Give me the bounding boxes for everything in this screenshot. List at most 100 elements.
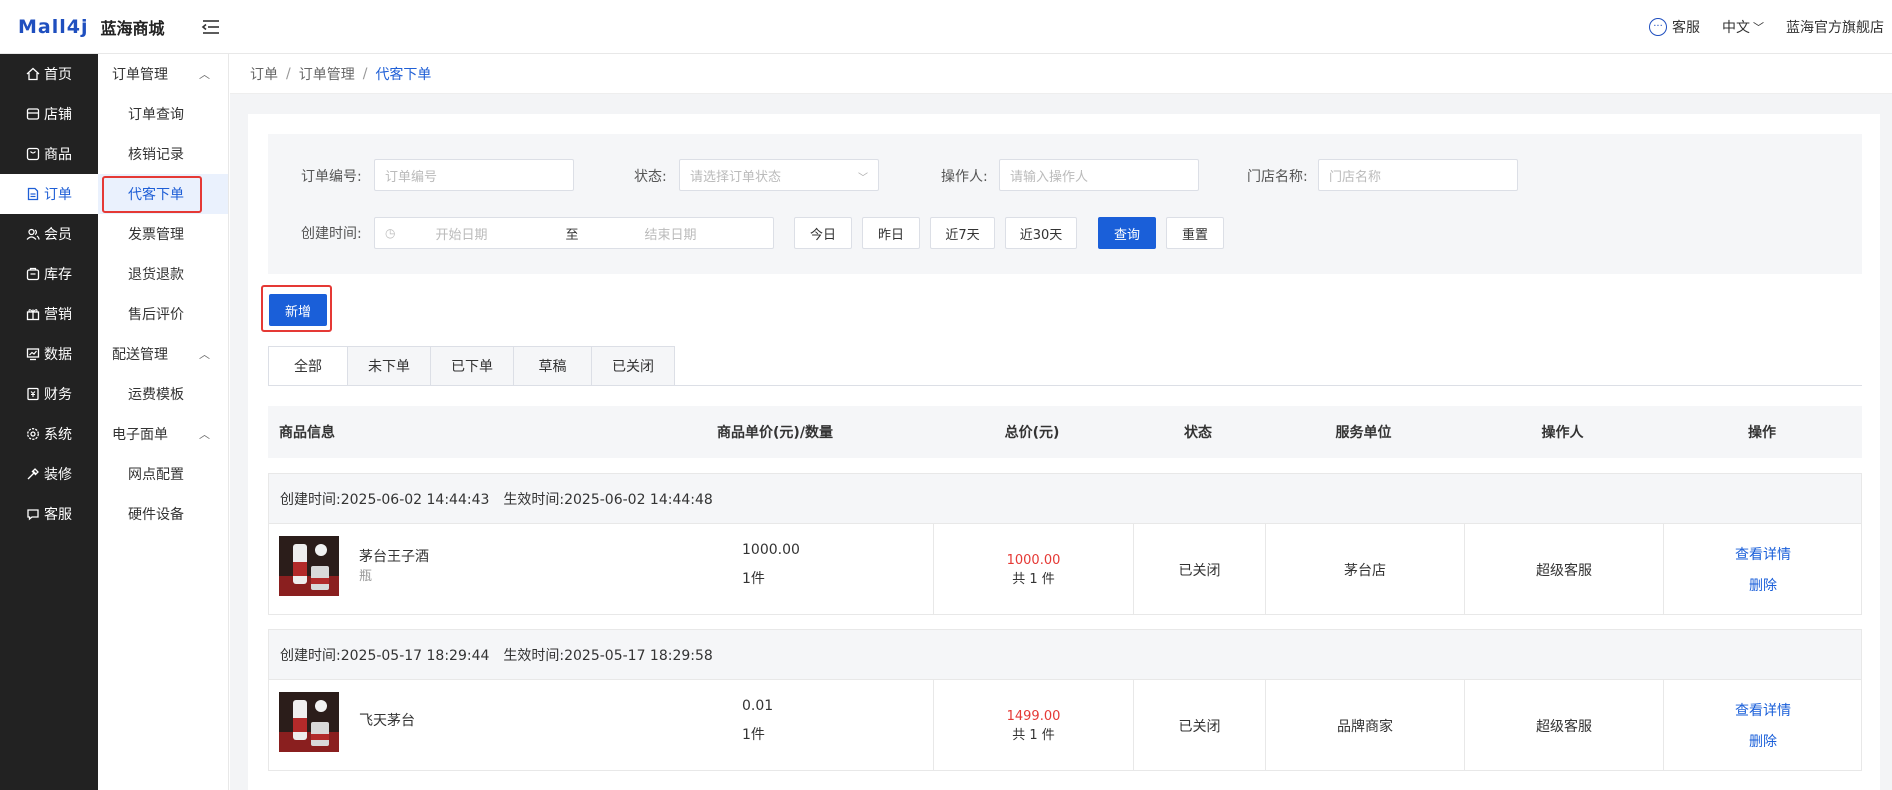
language-dropdown[interactable]: 中文 ﹀ bbox=[1722, 17, 1764, 37]
status-select[interactable]: 请选择订单状态 ﹀ bbox=[679, 159, 879, 191]
order-card: 创建时间:2025-06-02 14:44:43 生效时间:2025-06-02… bbox=[268, 473, 1862, 615]
nav-item-store[interactable]: 店铺 bbox=[0, 94, 98, 134]
date-range-picker[interactable]: ◷ 开始日期 至 结束日期 bbox=[374, 217, 774, 249]
nav-label: 客服 bbox=[44, 507, 72, 523]
chevron-down-icon: ﹀ bbox=[858, 173, 868, 184]
add-button[interactable]: 新增 bbox=[269, 294, 327, 326]
status-select-placeholder: 请选择订单状态 bbox=[690, 169, 782, 185]
nav-item-refund[interactable]: 退货退款 bbox=[98, 254, 228, 294]
nav-group-label: 订单管理 bbox=[112, 67, 168, 83]
nav-item-member[interactable]: 会员 bbox=[0, 214, 98, 254]
product-thumbnail[interactable] bbox=[279, 692, 339, 752]
unit-price: 0.01 bbox=[742, 698, 774, 714]
today-button[interactable]: 今日 bbox=[794, 217, 852, 249]
nav-group-delivery[interactable]: 配送管理 ︿ bbox=[98, 334, 228, 374]
product-thumbnail[interactable] bbox=[279, 536, 339, 596]
nav-item-goods[interactable]: 商品 bbox=[0, 134, 98, 174]
nav-item-order-query[interactable]: 订单查询 bbox=[98, 94, 228, 134]
store-label: 蓝海官方旗舰店 bbox=[1786, 20, 1884, 36]
service-unit-cell: 茅台店 bbox=[1265, 524, 1464, 615]
nav-label: 退货退款 bbox=[128, 267, 184, 283]
status-cell: 已关闭 bbox=[1133, 524, 1265, 615]
nav-item-proxy-order[interactable]: 代客下单 bbox=[98, 174, 228, 214]
view-detail-link[interactable]: 查看详情 bbox=[1735, 544, 1791, 564]
status-cell: 已关闭 bbox=[1133, 680, 1265, 771]
total-cell: 1000.00 共 1 件 bbox=[933, 524, 1133, 615]
nav-item-invoice[interactable]: 发票管理 bbox=[98, 214, 228, 254]
nav-label: 装修 bbox=[44, 467, 72, 483]
order-header: 创建时间:2025-05-17 18:29:44 生效时间:2025-05-17… bbox=[269, 630, 1861, 680]
breadcrumb-item[interactable]: 订单 bbox=[250, 64, 278, 84]
view-detail-link[interactable]: 查看详情 bbox=[1735, 700, 1791, 720]
query-button[interactable]: 查询 bbox=[1098, 217, 1156, 249]
delete-link[interactable]: 删除 bbox=[1749, 575, 1777, 595]
nav-item-hardware[interactable]: 硬件设备 bbox=[98, 494, 228, 534]
logo[interactable]: Mall4j 蓝海商城 bbox=[0, 0, 230, 54]
tab-closed[interactable]: 已关闭 bbox=[592, 346, 675, 386]
clock-icon: ◷ bbox=[385, 226, 396, 240]
chevron-up-icon: ︿ bbox=[199, 348, 210, 361]
th-operator: 操作人 bbox=[1541, 425, 1584, 441]
collapse-menu-icon[interactable] bbox=[200, 16, 222, 38]
yesterday-button[interactable]: 昨日 bbox=[862, 217, 920, 249]
decor-icon bbox=[27, 468, 39, 480]
nav-item-finance[interactable]: 财务 bbox=[0, 374, 98, 414]
breadcrumb-item[interactable]: 订单管理 bbox=[299, 64, 355, 84]
store-name[interactable]: 蓝海官方旗舰店 bbox=[1786, 17, 1884, 37]
nav-item-freight-template[interactable]: 运费模板 bbox=[98, 374, 228, 414]
total-count: 共 1 件 bbox=[1012, 571, 1055, 587]
last-30-days-button[interactable]: 近30天 bbox=[1005, 217, 1077, 249]
logo-text: 蓝海商城 bbox=[100, 19, 165, 38]
store-name-label: 门店名称: bbox=[1247, 169, 1308, 185]
gift-icon bbox=[26, 309, 40, 321]
nav-item-stock[interactable]: 库存 bbox=[0, 254, 98, 294]
nav-item-review[interactable]: 售后评价 bbox=[98, 294, 228, 334]
nav-item-system[interactable]: 系统 bbox=[0, 414, 98, 454]
top-header: Mall4j 蓝海商城 ··· 客服 中文 ﹀ 蓝海官方旗舰店 bbox=[0, 0, 1892, 54]
tab-not-ordered[interactable]: 未下单 bbox=[348, 346, 431, 386]
operator-cell: 超级客服 bbox=[1464, 680, 1663, 771]
product-name: 飞天茅台 bbox=[359, 713, 415, 729]
nav-label: 售后评价 bbox=[128, 307, 184, 323]
order-status: 已关闭 bbox=[1178, 562, 1221, 579]
status-label: 状态: bbox=[634, 169, 667, 185]
operator-label: 操作人: bbox=[941, 169, 988, 185]
order-no-input[interactable]: 订单编号 bbox=[374, 159, 574, 191]
nav-group-e-waybill[interactable]: 电子面单 ︿ bbox=[98, 414, 228, 454]
nav-label: 网点配置 bbox=[128, 467, 184, 483]
language-label: 中文 bbox=[1722, 20, 1750, 36]
order-no-label: 订单编号: bbox=[301, 169, 362, 185]
customer-service-link[interactable]: ··· 客服 bbox=[1649, 17, 1700, 37]
nav-item-decoration[interactable]: 装修 bbox=[0, 454, 98, 494]
tab-draft[interactable]: 草稿 bbox=[514, 346, 592, 386]
tab-all[interactable]: 全部 bbox=[268, 346, 348, 386]
order-status: 已关闭 bbox=[1178, 718, 1221, 735]
nav-item-home[interactable]: 首页 bbox=[0, 54, 98, 94]
logo-mark: Mall4j bbox=[18, 16, 89, 38]
nav-label: 财务 bbox=[44, 387, 72, 403]
nav-group-order-management[interactable]: 订单管理 ︿ bbox=[98, 54, 228, 94]
total-cell: 1499.00 共 1 件 bbox=[933, 680, 1133, 771]
actions-cell: 查看详情 删除 bbox=[1663, 680, 1862, 771]
unit-price: 1000.00 bbox=[742, 542, 800, 558]
delete-link[interactable]: 删除 bbox=[1749, 731, 1777, 751]
th-unit-price-qty: 商品单价(元)/数量 bbox=[717, 425, 833, 441]
last-7-days-button[interactable]: 近7天 bbox=[930, 217, 995, 249]
nav-item-marketing[interactable]: 营销 bbox=[0, 294, 98, 334]
nav-label: 订单查询 bbox=[128, 107, 184, 123]
operator-input[interactable]: 请输入操作人 bbox=[999, 159, 1199, 191]
nav-item-service[interactable]: 客服 bbox=[0, 494, 98, 534]
start-date-placeholder: 开始日期 bbox=[435, 227, 488, 243]
nav-item-verify-records[interactable]: 核销记录 bbox=[98, 134, 228, 174]
actions-cell: 查看详情 删除 bbox=[1663, 524, 1862, 615]
nav-label: 首页 bbox=[44, 67, 72, 83]
reset-button[interactable]: 重置 bbox=[1166, 217, 1224, 249]
chart-icon bbox=[26, 348, 40, 361]
store-name-input[interactable]: 门店名称 bbox=[1318, 159, 1518, 191]
nav-item-outlet-config[interactable]: 网点配置 bbox=[98, 454, 228, 494]
nav-item-data[interactable]: 数据 bbox=[0, 334, 98, 374]
total-count: 共 1 件 bbox=[1012, 727, 1055, 743]
nav-label: 代客下单 bbox=[128, 187, 184, 203]
tab-ordered[interactable]: 已下单 bbox=[431, 346, 514, 386]
nav-item-order[interactable]: 订单 bbox=[0, 174, 98, 214]
